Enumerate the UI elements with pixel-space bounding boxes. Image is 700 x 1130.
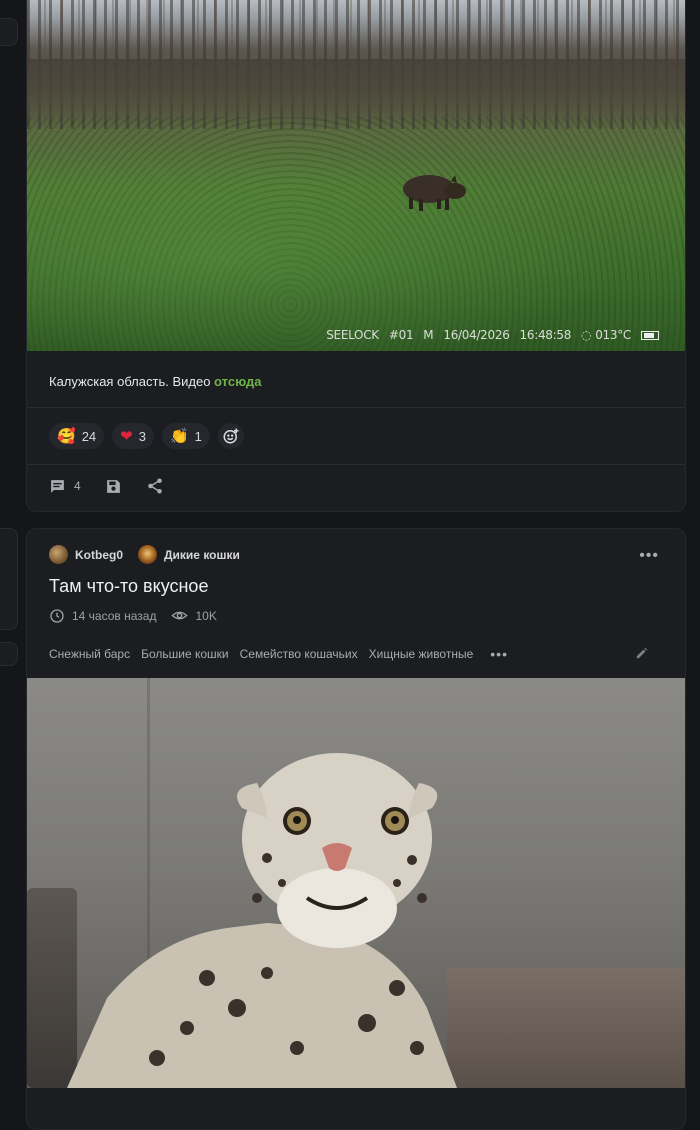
reaction-heart[interactable]: ❤ 3 — [112, 423, 154, 449]
tags-list: Снежный барс Большие кошки Семейство кош… — [49, 646, 508, 662]
stamp-date: 16/04/2026 — [443, 328, 510, 342]
comments-count: 4 — [74, 479, 81, 493]
views: 10K — [171, 607, 217, 624]
left-column-stub — [0, 18, 18, 46]
post-photo[interactable]: SEELOCK #01 M 16/04/2026 16:48:58 ◌ 013°C — [27, 0, 685, 351]
source-link[interactable]: отсюда — [214, 374, 261, 389]
pencil-icon[interactable] — [635, 646, 649, 660]
tag[interactable]: Семейство кошачьих — [240, 647, 358, 661]
reaction-clap[interactable]: 👏 1 — [161, 423, 210, 449]
more-options-button[interactable]: ••• — [639, 547, 659, 565]
reactions-bar: 🥰 24 ❤ 3 👏 1 — [49, 423, 244, 449]
post-photo[interactable] — [27, 678, 685, 1088]
caption-text: Калужская область. Видео — [49, 374, 215, 389]
community-name[interactable]: Дикие кошки — [164, 548, 240, 562]
left-column-stub — [0, 528, 18, 630]
author-avatar[interactable] — [49, 545, 68, 564]
stamp-mode: M — [423, 328, 434, 342]
clock-icon — [50, 608, 64, 623]
post-header: Kotbeg0 Дикие кошки — [49, 545, 240, 564]
views-count: 10K — [195, 608, 217, 623]
camera-stamp: SEELOCK #01 M 16/04/2026 16:48:58 ◌ 013°C — [316, 328, 659, 342]
photo-meadow — [27, 117, 685, 351]
heart-icon: ❤ — [120, 427, 133, 445]
post-meta: 14 часов назад 10K — [49, 607, 217, 624]
post-actions: 4 — [49, 477, 164, 495]
battery-icon — [641, 331, 659, 340]
community-avatar[interactable] — [138, 545, 157, 564]
clapping-hands-icon: 👏 — [169, 427, 189, 445]
eye-icon — [171, 611, 189, 620]
reaction-love[interactable]: 🥰 24 — [49, 423, 105, 449]
add-reaction-button[interactable] — [217, 423, 244, 449]
tag[interactable]: Большие кошки — [141, 647, 229, 661]
reaction-count: 1 — [194, 428, 202, 444]
stamp-brand: SEELOCK — [326, 328, 379, 342]
save-icon — [106, 479, 120, 493]
share-icon — [147, 478, 162, 494]
stamp-camera: #01 — [388, 328, 414, 342]
post-caption: Калужская область. Видео отсюда — [49, 374, 262, 389]
smiling-face-hearts-icon: 🥰 — [57, 427, 76, 445]
post-title[interactable]: Там что-то вкусное — [49, 576, 208, 597]
save-button[interactable] — [105, 478, 122, 495]
post-time: 14 часов назад — [72, 608, 157, 623]
tag[interactable]: Снежный барс — [49, 647, 130, 661]
boar-figure — [403, 175, 466, 211]
reaction-count: 24 — [81, 428, 97, 444]
divider — [27, 464, 685, 465]
more-tags-button[interactable]: ••• — [490, 646, 508, 662]
comments-button[interactable]: 4 — [49, 478, 81, 495]
left-column-stub — [0, 642, 18, 666]
snow-leopard-figure — [67, 753, 457, 1088]
stamp-temp: 013°C — [595, 328, 631, 342]
post-card: Kotbeg0 Дикие кошки ••• Там что-то вкусн… — [26, 528, 686, 1130]
post-card: SEELOCK #01 M 16/04/2026 16:48:58 ◌ 013°C Калу… — [26, 0, 686, 512]
comment-icon — [51, 479, 64, 493]
tag[interactable]: Хищные животные — [369, 647, 474, 661]
moon-icon: ◌ — [581, 328, 592, 342]
stamp-time: 16:48:58 — [519, 328, 572, 342]
author-name[interactable]: Kotbeg0 — [75, 548, 123, 562]
reaction-count: 3 — [138, 428, 146, 444]
divider — [27, 407, 685, 408]
add-emoji-icon — [223, 428, 239, 444]
share-button[interactable] — [146, 477, 164, 495]
